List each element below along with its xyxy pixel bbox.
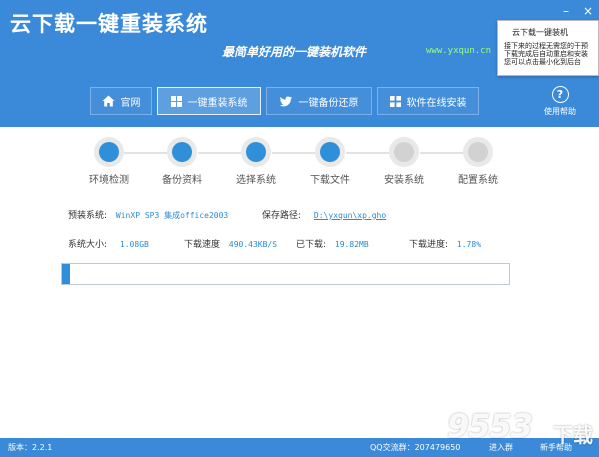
step-label: 备份资料 bbox=[162, 175, 202, 186]
tab-one-click-reinstall[interactable]: 一键重装系统 bbox=[157, 87, 261, 115]
popup-text: 接下来的过程无需您的干预 下载完成后自动重启和安装 您可以点击最小化到后台 bbox=[504, 42, 588, 66]
question-circle-icon: ? bbox=[551, 86, 569, 103]
popup-line: 您可以点击最小化到后台 bbox=[504, 58, 581, 66]
step-label: 配置系统 bbox=[458, 175, 498, 186]
popup-line: 接下来的过程无需您的干预 bbox=[504, 42, 588, 50]
popup-line: 下载完成后自动重启和安装 bbox=[504, 50, 588, 58]
step-select-system: 选择系统 bbox=[224, 137, 288, 186]
popup-title: 云下载一键装机 bbox=[512, 28, 568, 37]
preinstall-row: 预装系统: WinXP SP3 集成office2003 bbox=[68, 208, 228, 221]
app-slogan: 最简单好用的一键装机软件 bbox=[222, 45, 367, 59]
save-path-link[interactable]: D:\yxqun\xp.gho bbox=[314, 211, 386, 220]
close-button[interactable]: × bbox=[577, 0, 599, 22]
site-url[interactable]: www.yxqun.cn bbox=[426, 46, 491, 56]
step-dot bbox=[246, 142, 266, 162]
minimize-button[interactable]: – bbox=[555, 0, 577, 22]
step-dot bbox=[468, 142, 488, 162]
tab-label: 软件在线安装 bbox=[406, 97, 467, 109]
bird-icon bbox=[279, 95, 293, 107]
step-ring bbox=[241, 137, 271, 167]
step-download: 下载文件 bbox=[298, 137, 362, 186]
step-configure: 配置系统 bbox=[446, 137, 510, 186]
step-backup: 备份资料 bbox=[150, 137, 214, 186]
step-env-check: 环境检测 bbox=[77, 137, 141, 186]
step-ring bbox=[94, 137, 124, 167]
version-text: 版本：2.2.1 bbox=[8, 443, 53, 452]
progress-text-row: 下载进度: 1.78% bbox=[409, 237, 481, 250]
tab-label: 官网 bbox=[120, 97, 141, 109]
download-progress-bar bbox=[61, 263, 510, 285]
progress-fill bbox=[62, 264, 70, 284]
step-label: 安装系统 bbox=[384, 175, 424, 186]
step-label: 选择系统 bbox=[236, 175, 276, 186]
speed-row: 下载速度 490.43KB/S bbox=[184, 237, 277, 250]
watermark-number: 9553 bbox=[447, 407, 533, 445]
tab-label: 一键备份还原 bbox=[298, 97, 359, 109]
downloaded-value: 19.82MB bbox=[334, 240, 369, 249]
windows-icon bbox=[170, 95, 182, 107]
help-button[interactable]: ? 使用帮助 bbox=[540, 86, 580, 117]
step-ring bbox=[389, 137, 419, 167]
speed-label: 下载速度 bbox=[184, 240, 221, 250]
progress-percent: 1.78% bbox=[456, 240, 482, 249]
save-path-row: 保存路径: D:\yxqun\xp.gho bbox=[262, 208, 386, 221]
main-nav: 官网 一键重装系统 一键备份还原 软件在线安装 bbox=[90, 87, 484, 115]
install-steps: 环境检测 备份资料 选择系统 下载文件 安装系统 配置系统 bbox=[70, 137, 520, 186]
minimize-icon: – bbox=[563, 4, 569, 18]
speed-value: 490.43KB/S bbox=[228, 240, 278, 249]
size-value: 1.08GB bbox=[119, 240, 149, 249]
step-ring bbox=[463, 137, 493, 167]
preinstall-value: WinXP SP3 集成office2003 bbox=[115, 211, 229, 220]
window-controls: – × bbox=[555, 0, 599, 22]
step-dot bbox=[172, 142, 192, 162]
size-row: 系统大小: 1.08GB bbox=[68, 237, 149, 250]
step-label: 环境检测 bbox=[89, 175, 129, 186]
downloaded-row: 已下载: 19.82MB bbox=[296, 237, 369, 250]
step-dot bbox=[394, 142, 414, 162]
close-icon: × bbox=[582, 4, 594, 18]
home-icon bbox=[102, 95, 115, 107]
save-path-label: 保存路径: bbox=[262, 211, 302, 221]
tab-official-site[interactable]: 官网 bbox=[90, 87, 152, 115]
preinstall-label: 预装系统: bbox=[68, 211, 108, 221]
tab-backup-restore[interactable]: 一键备份还原 bbox=[266, 87, 372, 115]
app-title: 云下载一键重装系统 bbox=[10, 12, 208, 36]
step-install: 安装系统 bbox=[372, 137, 436, 186]
downloaded-label: 已下载: bbox=[296, 240, 327, 250]
size-label: 系统大小: bbox=[68, 240, 108, 250]
watermark-text: 下载 bbox=[553, 423, 593, 447]
step-dot bbox=[320, 142, 340, 162]
tab-software-install[interactable]: 软件在线安装 bbox=[377, 87, 479, 115]
step-label: 下载文件 bbox=[310, 175, 350, 186]
progress-label: 下载进度: bbox=[409, 240, 449, 250]
grid-icon bbox=[389, 95, 401, 107]
tab-label: 一键重装系统 bbox=[187, 97, 248, 109]
step-ring bbox=[167, 137, 197, 167]
step-dot bbox=[99, 142, 119, 162]
notification-popup: 云下载一键装机 接下来的过程无需您的干预 下载完成后自动重启和安装 您可以点击最… bbox=[497, 20, 599, 76]
step-ring bbox=[315, 137, 345, 167]
help-label: 使用帮助 bbox=[544, 107, 576, 116]
